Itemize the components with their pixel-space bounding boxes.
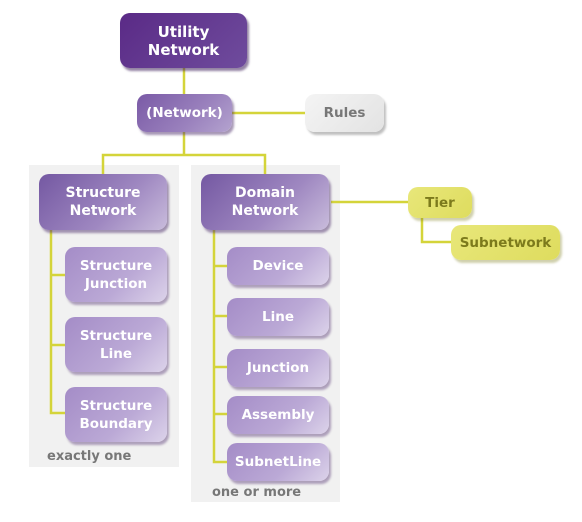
- subnetwork-node: Subnetwork: [451, 225, 560, 260]
- connector-structure-children: [49, 230, 66, 415]
- structure-network-node: Structure Network: [39, 174, 167, 230]
- assembly-node: Assembly: [227, 396, 329, 434]
- subnetline-node: SubnetLine: [227, 443, 329, 481]
- rules-node: Rules: [305, 94, 384, 132]
- tier-node: Tier: [408, 187, 472, 218]
- structure-junction-node: Structure Junction: [65, 247, 167, 302]
- junction-node: Junction: [227, 349, 329, 387]
- line-node: Line: [227, 298, 329, 336]
- domain-network-node: Domain Network: [201, 174, 329, 230]
- structure-cardinality-label: exactly one: [47, 449, 132, 464]
- structure-boundary-node: Structure Boundary: [65, 387, 167, 442]
- device-node: Device: [227, 247, 329, 285]
- structure-line-node: Structure Line: [65, 317, 167, 372]
- connector-tier-subnetwork: [420, 218, 452, 244]
- connector-branch: [101, 153, 267, 175]
- utility-network-node: Utility Network: [120, 13, 247, 68]
- network-node: (Network): [137, 94, 232, 132]
- domain-cardinality-label: one or more: [212, 485, 302, 500]
